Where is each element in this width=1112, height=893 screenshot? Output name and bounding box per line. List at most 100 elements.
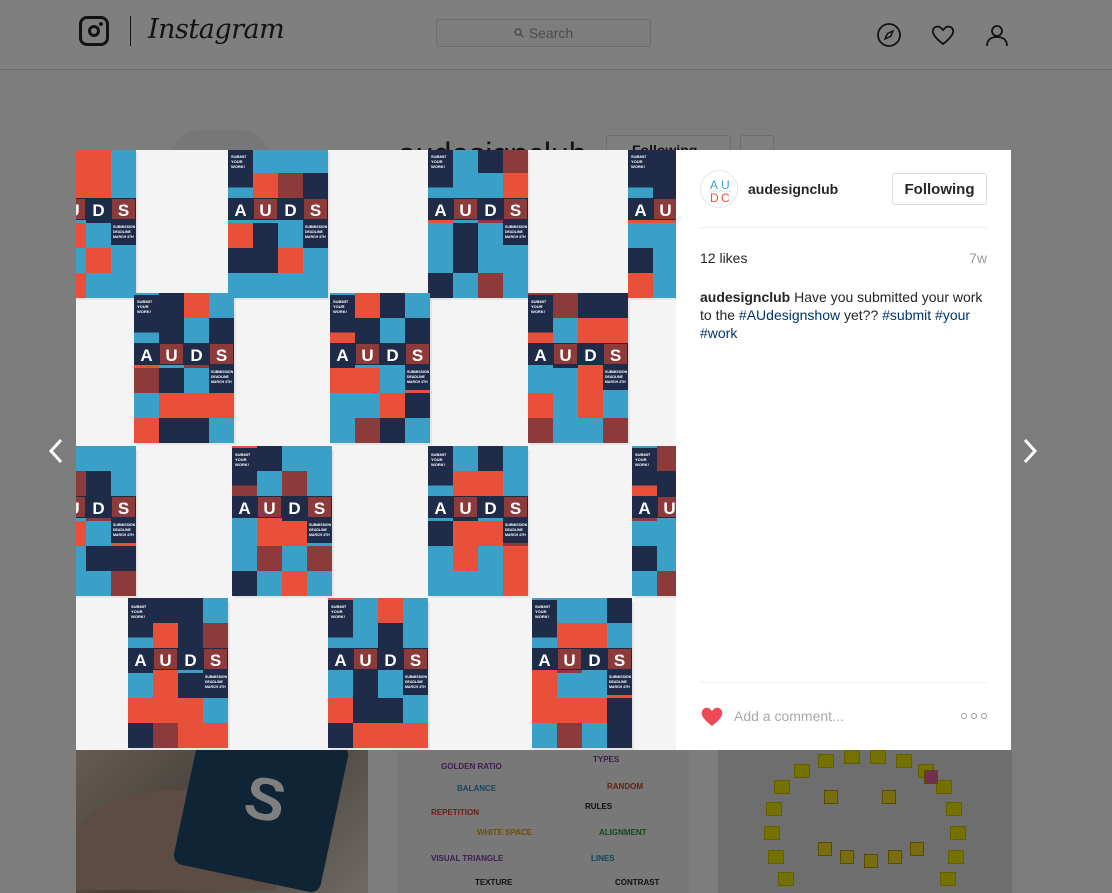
svg-text:U: U bbox=[259, 201, 271, 220]
svg-text:MARCH 4TH: MARCH 4TH bbox=[205, 685, 226, 689]
logo-letter: A bbox=[710, 178, 718, 192]
svg-text:WORK!: WORK! bbox=[431, 462, 445, 467]
svg-text:D: D bbox=[184, 651, 196, 670]
svg-text:D: D bbox=[584, 346, 596, 365]
svg-text:U: U bbox=[459, 499, 471, 518]
svg-text:WORK!: WORK! bbox=[635, 462, 649, 467]
svg-text:S: S bbox=[310, 201, 321, 220]
post-photo[interactable]: SUBMITYOURWORK!AUDSSUBMISSIONDEADLINEMAR… bbox=[76, 150, 676, 750]
svg-text:DEADLINE: DEADLINE bbox=[407, 375, 426, 379]
post-age[interactable]: 7w bbox=[969, 250, 987, 266]
svg-text:A: A bbox=[234, 201, 246, 220]
svg-text:S: S bbox=[410, 651, 421, 670]
aud-poster: SUBMITYOURWORK!AUDSSUBMISSIONDEADLINEMAR… bbox=[76, 150, 138, 300]
aud-poster: SUBMITYOURWORK!AUDSSUBMISSIONDEADLINEMAR… bbox=[532, 598, 634, 750]
svg-text:U: U bbox=[263, 499, 275, 518]
svg-text:A: A bbox=[140, 346, 152, 365]
svg-text:U: U bbox=[361, 346, 373, 365]
svg-text:WORK!: WORK! bbox=[333, 309, 347, 314]
svg-text:WORK!: WORK! bbox=[535, 614, 549, 619]
aud-poster: SUBMITYOURWORK!AUDSSUBMISSIONDEADLINEMAR… bbox=[330, 293, 432, 445]
add-comment-input[interactable] bbox=[734, 705, 944, 727]
previous-post-arrow-icon[interactable] bbox=[46, 436, 66, 466]
aud-poster: SUBMITYOURWORK!AUDSSUBMISSIONDEADLINEMAR… bbox=[76, 446, 138, 598]
svg-text:DEADLINE: DEADLINE bbox=[211, 375, 230, 379]
aud-poster: SUBMITYOURWORK!AUDSSUBMISSIONDEADLINEMAR… bbox=[228, 150, 330, 300]
svg-text:A: A bbox=[336, 346, 348, 365]
svg-text:SUBMISSION: SUBMISSION bbox=[505, 523, 528, 527]
aud-poster: SUBMITYOURWORK!AUDSSUBMISSIONDEADLINEMAR… bbox=[232, 446, 334, 598]
svg-text:WORK!: WORK! bbox=[131, 614, 145, 619]
svg-text:D: D bbox=[588, 651, 600, 670]
next-post-arrow-icon[interactable] bbox=[1020, 436, 1040, 466]
svg-text:SUBMISSION: SUBMISSION bbox=[309, 523, 332, 527]
svg-text:WORK!: WORK! bbox=[531, 309, 545, 314]
svg-text:A: A bbox=[334, 651, 346, 670]
following-button[interactable]: Following bbox=[892, 173, 987, 205]
svg-text:S: S bbox=[118, 201, 129, 220]
svg-text:MARCH 4TH: MARCH 4TH bbox=[505, 533, 526, 537]
svg-text:A: A bbox=[634, 201, 646, 220]
logo-letter: D bbox=[710, 191, 719, 205]
svg-text:DEADLINE: DEADLINE bbox=[309, 528, 328, 532]
svg-text:WORK!: WORK! bbox=[631, 164, 645, 169]
hashtag-link[interactable]: #submit bbox=[882, 307, 931, 323]
svg-text:SUBMISSION: SUBMISSION bbox=[305, 225, 328, 229]
svg-text:MARCH 4TH: MARCH 4TH bbox=[609, 685, 630, 689]
svg-text:S: S bbox=[118, 499, 129, 518]
post-caption: audesignclub Have you submitted your wor… bbox=[700, 288, 987, 342]
hashtag-link[interactable]: #work bbox=[700, 325, 737, 341]
posters-wall-image: SUBMITYOURWORK!AUDSSUBMISSIONDEADLINEMAR… bbox=[76, 150, 676, 750]
svg-text:D: D bbox=[92, 201, 104, 220]
svg-text:U: U bbox=[459, 201, 471, 220]
post-owner-username[interactable]: audesignclub bbox=[748, 181, 838, 197]
svg-text:U: U bbox=[559, 346, 571, 365]
svg-text:U: U bbox=[165, 346, 177, 365]
svg-text:S: S bbox=[510, 201, 521, 220]
svg-text:DEADLINE: DEADLINE bbox=[205, 680, 224, 684]
logo-letter: C bbox=[721, 191, 730, 205]
svg-text:S: S bbox=[610, 346, 621, 365]
likes-count[interactable]: 12 likes bbox=[700, 250, 747, 266]
svg-text:MARCH 4TH: MARCH 4TH bbox=[305, 235, 326, 239]
aud-poster: SUBMITYOURWORK!AUDSSUBMISSIONDEADLINEMAR… bbox=[428, 446, 530, 598]
svg-text:U: U bbox=[76, 201, 80, 220]
svg-text:MARCH 4TH: MARCH 4TH bbox=[605, 380, 626, 384]
svg-text:D: D bbox=[484, 201, 496, 220]
svg-text:SUBMISSION: SUBMISSION bbox=[505, 225, 528, 229]
caption-text: yet?? bbox=[840, 307, 883, 323]
svg-text:WORK!: WORK! bbox=[137, 309, 151, 314]
svg-text:DEADLINE: DEADLINE bbox=[305, 230, 324, 234]
svg-text:A: A bbox=[538, 651, 550, 670]
svg-text:DEADLINE: DEADLINE bbox=[405, 680, 424, 684]
svg-text:WORK!: WORK! bbox=[331, 614, 345, 619]
svg-text:SUBMISSION: SUBMISSION bbox=[405, 675, 428, 679]
more-options-icon[interactable] bbox=[961, 705, 987, 727]
like-heart-icon[interactable] bbox=[700, 705, 724, 727]
caption-author[interactable]: audesignclub bbox=[700, 289, 790, 305]
svg-text:WORK!: WORK! bbox=[235, 462, 249, 467]
svg-text:S: S bbox=[210, 651, 221, 670]
svg-text:S: S bbox=[412, 346, 423, 365]
svg-text:WORK!: WORK! bbox=[431, 164, 445, 169]
svg-text:DEADLINE: DEADLINE bbox=[505, 528, 524, 532]
logo-letter: U bbox=[721, 178, 730, 192]
aud-poster: SUBMITYOURWORK!AUDSSUBMISSIONDEADLINEMAR… bbox=[628, 150, 676, 300]
svg-text:MARCH 4TH: MARCH 4TH bbox=[505, 235, 526, 239]
svg-text:MARCH 4TH: MARCH 4TH bbox=[405, 685, 426, 689]
svg-text:A: A bbox=[238, 499, 250, 518]
svg-text:D: D bbox=[190, 346, 202, 365]
svg-text:MARCH 4TH: MARCH 4TH bbox=[309, 533, 330, 537]
hashtag-link[interactable]: #your bbox=[935, 307, 970, 323]
svg-text:U: U bbox=[359, 651, 371, 670]
comment-bar bbox=[700, 682, 987, 750]
hashtag-link[interactable]: #AUdesignshow bbox=[739, 307, 840, 323]
svg-text:D: D bbox=[384, 651, 396, 670]
svg-text:U: U bbox=[76, 499, 80, 518]
svg-text:A: A bbox=[534, 346, 546, 365]
svg-text:SUBMISSION: SUBMISSION bbox=[605, 370, 628, 374]
svg-text:SUBMISSION: SUBMISSION bbox=[211, 370, 234, 374]
svg-text:U: U bbox=[563, 651, 575, 670]
aud-poster: SUBMITYOURWORK!AUDSSUBMISSIONDEADLINEMAR… bbox=[428, 150, 530, 300]
club-logo-avatar[interactable]: A U D C bbox=[700, 170, 738, 208]
